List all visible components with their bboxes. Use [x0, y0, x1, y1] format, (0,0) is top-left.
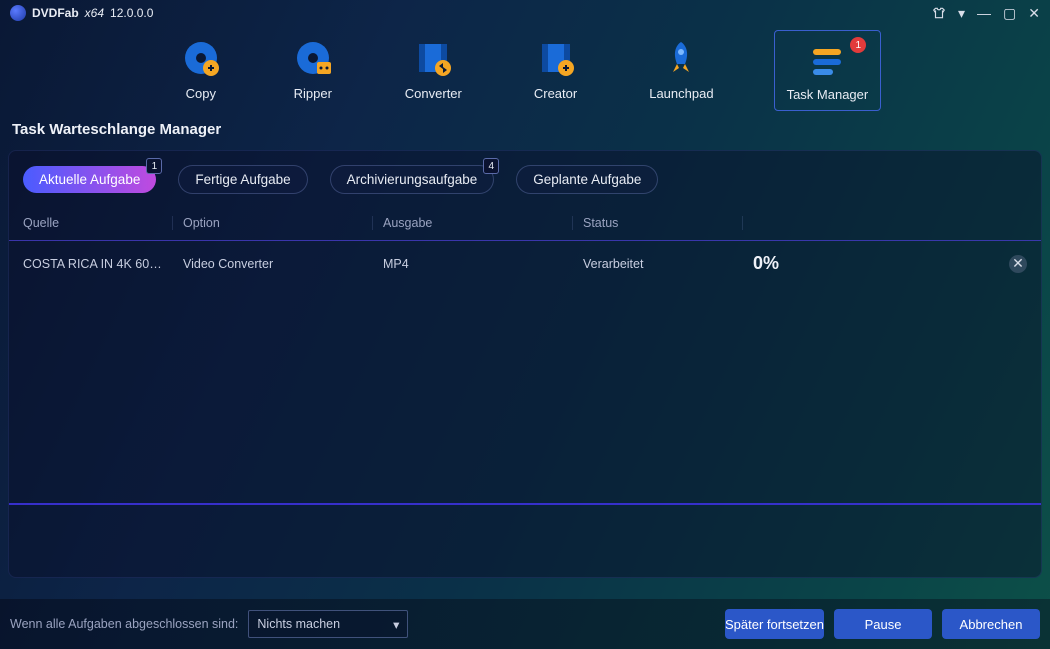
- tabs-row: Aktuelle Aufgabe 1 Fertige Aufgabe Archi…: [9, 151, 1041, 204]
- dropdown-value: Nichts machen: [257, 617, 340, 631]
- nav-label: Launchpad: [649, 86, 713, 101]
- creator-icon: [536, 38, 576, 78]
- app-arch: x64: [85, 6, 104, 20]
- table-row[interactable]: COSTA RICA IN 4K 60… Video Converter MP4…: [9, 241, 1041, 286]
- tab-badge: 1: [146, 158, 162, 174]
- main-nav: Copy Ripper Converter Creator Launchpad …: [0, 22, 1050, 121]
- col-ausgabe: Ausgabe: [373, 216, 573, 230]
- row-close-icon[interactable]: ✕: [1009, 255, 1027, 273]
- col-progress: [743, 216, 1027, 230]
- tab-label: Fertige Aufgabe: [195, 172, 290, 187]
- app-version: 12.0.0.0: [110, 6, 153, 20]
- shirt-icon[interactable]: [932, 6, 946, 20]
- chevron-down-icon: ▾: [393, 617, 399, 632]
- app-logo-icon: [10, 5, 26, 21]
- col-status: Status: [573, 216, 743, 230]
- table-header: Quelle Option Ausgabe Status: [9, 204, 1041, 241]
- cell-ausgabe: MP4: [373, 257, 573, 271]
- nav-label: Creator: [534, 86, 577, 101]
- task-panel: Aktuelle Aufgabe 1 Fertige Aufgabe Archi…: [8, 150, 1042, 578]
- nav-ripper[interactable]: Ripper: [281, 30, 345, 111]
- titlebar-left: DVDFab x64 12.0.0.0: [10, 5, 153, 21]
- tab-label: Aktuelle Aufgabe: [39, 172, 140, 187]
- tab-label: Archivierungsaufgabe: [347, 172, 478, 187]
- tab-archivierung[interactable]: Archivierungsaufgabe 4: [330, 165, 495, 194]
- nav-converter[interactable]: Converter: [393, 30, 474, 111]
- progress-percent: 0%: [753, 253, 779, 274]
- cell-progress: 0% ✕: [743, 253, 1027, 274]
- nav-badge: 1: [850, 37, 866, 53]
- nav-copy[interactable]: Copy: [169, 30, 233, 111]
- rocket-icon: [661, 38, 701, 78]
- nav-task-manager[interactable]: 1 Task Manager: [774, 30, 882, 111]
- minimize-icon[interactable]: —: [977, 6, 991, 20]
- panel-spacer: [9, 286, 1041, 505]
- col-option: Option: [173, 216, 373, 230]
- tab-fertige[interactable]: Fertige Aufgabe: [178, 165, 307, 194]
- window-controls: ▾ — ▢ ✕: [932, 6, 1040, 20]
- task-manager-icon: [807, 39, 847, 79]
- nav-label: Ripper: [294, 86, 332, 101]
- cell-quelle: COSTA RICA IN 4K 60…: [23, 257, 173, 271]
- nav-label: Task Manager: [787, 87, 869, 102]
- bottom-bar: Wenn alle Aufgaben abgeschlossen sind: N…: [0, 599, 1050, 649]
- resume-later-button[interactable]: Später fortsetzen: [725, 609, 824, 639]
- cancel-button[interactable]: Abbrechen: [942, 609, 1040, 639]
- tab-geplante[interactable]: Geplante Aufgabe: [516, 165, 658, 194]
- pause-button[interactable]: Pause: [834, 609, 932, 639]
- cell-option: Video Converter: [173, 257, 373, 271]
- dropdown-icon[interactable]: ▾: [958, 6, 965, 20]
- disc-ripper-icon: [293, 38, 333, 78]
- nav-launchpad[interactable]: Launchpad: [637, 30, 725, 111]
- tab-badge: 4: [483, 158, 499, 174]
- panel-footer-blank: [9, 505, 1041, 577]
- disc-copy-icon: [181, 38, 221, 78]
- app-name: DVDFab: [32, 6, 79, 20]
- completion-label: Wenn alle Aufgaben abgeschlossen sind:: [10, 617, 238, 631]
- col-quelle: Quelle: [23, 216, 173, 230]
- nav-label: Converter: [405, 86, 462, 101]
- nav-creator[interactable]: Creator: [522, 30, 589, 111]
- titlebar: DVDFab x64 12.0.0.0 ▾ — ▢ ✕: [0, 0, 1050, 22]
- close-icon[interactable]: ✕: [1028, 6, 1040, 20]
- bottom-buttons: Später fortsetzen Pause Abbrechen: [725, 609, 1040, 639]
- page-title: Task Warteschlange Manager: [0, 121, 1050, 150]
- maximize-icon[interactable]: ▢: [1003, 6, 1016, 20]
- nav-label: Copy: [186, 86, 216, 101]
- converter-icon: [413, 38, 453, 78]
- completion-dropdown[interactable]: Nichts machen ▾: [248, 610, 408, 638]
- tab-label: Geplante Aufgabe: [533, 172, 641, 187]
- cell-status: Verarbeitet: [573, 257, 743, 271]
- tab-aktuelle[interactable]: Aktuelle Aufgabe 1: [23, 166, 156, 193]
